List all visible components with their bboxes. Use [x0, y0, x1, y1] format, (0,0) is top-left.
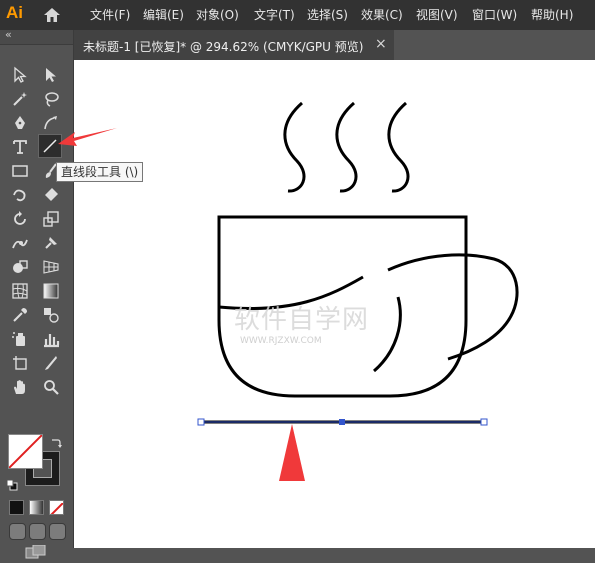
collapse-icon[interactable]: «	[5, 28, 12, 41]
zoom-icon[interactable]	[40, 376, 62, 398]
menu-bar: Ai 文件(F) 编辑(E) 对象(O) 文字(T) 选择(S) 效果(C) 视…	[0, 0, 595, 30]
draw-inside-icon[interactable]	[49, 523, 66, 540]
fill-stroke-swatches[interactable]	[6, 434, 63, 491]
artwork: 软件自学网 WWW.RJZXW.COM	[197, 101, 519, 481]
warp-icon[interactable]	[9, 232, 31, 254]
direct-select-icon[interactable]	[40, 64, 62, 86]
home-icon[interactable]	[42, 6, 62, 24]
watermark-text: 软件自学网	[234, 305, 369, 335]
tools-panel-header: «	[0, 28, 73, 45]
menu-type[interactable]: 文字(T)	[254, 7, 295, 23]
lasso-icon[interactable]	[40, 88, 62, 110]
color-mode-solid[interactable]	[9, 500, 24, 515]
select-icon[interactable]	[9, 64, 31, 86]
shape-builder-icon[interactable]	[9, 256, 31, 278]
document-tab[interactable]: 未标题-1 [已恢复]* @ 294.62% (CMYK/GPU 预览) ×	[74, 30, 394, 60]
menu-select[interactable]: 选择(S)	[307, 7, 348, 23]
symbol-sprayer-icon[interactable]	[9, 328, 31, 350]
annotation-arrow-tool	[58, 128, 117, 146]
menu-view[interactable]: 视图(V)	[416, 7, 458, 23]
app-logo: Ai	[6, 3, 23, 22]
menu-object[interactable]: 对象(O)	[196, 7, 239, 23]
hand-icon[interactable]	[9, 376, 31, 398]
menu-help[interactable]: 帮助(H)	[531, 7, 573, 23]
anchor-point-start	[197, 418, 205, 426]
document-tab-title: 未标题-1 [已恢复]* @ 294.62% (CMYK/GPU 预览)	[83, 40, 364, 54]
type-icon[interactable]	[9, 136, 31, 158]
cup-highlight	[373, 296, 402, 373]
cup-handle	[387, 253, 519, 361]
anchor-point-center	[339, 419, 345, 425]
menu-file[interactable]: 文件(F)	[90, 7, 130, 23]
annotation-arrow-tip	[279, 424, 305, 481]
slice-icon[interactable]	[40, 352, 62, 374]
scale-icon[interactable]	[40, 208, 62, 230]
steam-line	[387, 101, 410, 193]
pen-icon[interactable]	[9, 112, 31, 134]
steam-line	[335, 101, 358, 193]
artboard-canvas[interactable]: 软件自学网 WWW.RJZXW.COM	[74, 60, 595, 548]
liquid-curve	[218, 275, 364, 311]
anchor-point-end	[480, 418, 488, 426]
document-tab-bar: 未标题-1 [已恢复]* @ 294.62% (CMYK/GPU 预览) ×	[74, 30, 595, 60]
perspective-icon[interactable]	[40, 256, 62, 278]
menu-effect[interactable]: 效果(C)	[361, 7, 403, 23]
color-mode-none[interactable]	[49, 500, 64, 515]
steam-line	[283, 101, 306, 193]
magic-wand-icon[interactable]	[9, 88, 31, 110]
free-transform-icon[interactable]	[40, 232, 62, 254]
graph-icon[interactable]	[40, 328, 62, 350]
artboard-icon[interactable]	[9, 352, 31, 374]
eyedropper-icon[interactable]	[9, 304, 31, 326]
shaper-icon[interactable]	[9, 184, 31, 206]
rotate-icon[interactable]	[9, 208, 31, 230]
tools-panel: «	[0, 28, 74, 559]
fill-swatch[interactable]	[8, 434, 43, 469]
draw-normal-icon[interactable]	[9, 523, 26, 540]
blend-icon[interactable]	[40, 304, 62, 326]
draw-behind-icon[interactable]	[29, 523, 46, 540]
mesh-icon[interactable]	[9, 280, 31, 302]
screen-mode-icon[interactable]	[25, 544, 47, 559]
default-colors-icon[interactable]	[6, 476, 18, 491]
eraser-icon[interactable]	[40, 184, 62, 206]
color-mode-gradient[interactable]	[29, 500, 44, 515]
swap-colors-icon[interactable]	[50, 434, 62, 448]
tooltip: 直线段工具 (\)	[56, 162, 144, 182]
close-icon[interactable]: ×	[375, 36, 387, 52]
menu-edit[interactable]: 编辑(E)	[143, 7, 184, 23]
watermark-url: WWW.RJZXW.COM	[240, 336, 322, 346]
rectangle-icon[interactable]	[9, 160, 31, 182]
gradient-icon[interactable]	[40, 280, 62, 302]
menu-window[interactable]: 窗口(W)	[472, 7, 517, 23]
